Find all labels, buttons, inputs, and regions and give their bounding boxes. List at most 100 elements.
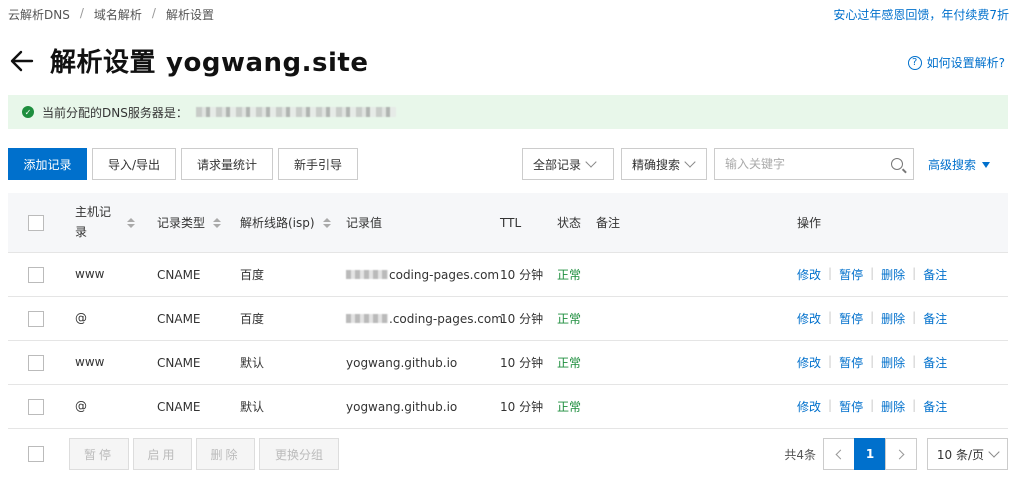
divider: | [828,354,833,368]
delete-link[interactable]: 删除 [881,310,905,327]
column-type[interactable]: 记录类型 [157,193,222,252]
chevron-right-icon [894,449,905,459]
column-value: 记录值 [346,216,383,230]
breadcrumb-item-domain[interactable]: 域名解析 [94,6,142,23]
bulk-enable-button[interactable]: 启用 [133,438,192,470]
redacted-dns-servers [195,107,396,117]
breadcrumb-item-current: 解析设置 [165,8,214,22]
column-ttl: TTL [500,215,522,230]
edit-link[interactable]: 修改 [797,310,821,327]
note-link[interactable]: 备注 [923,354,947,371]
row-checkbox[interactable] [28,266,44,283]
records-table: 主机记录 记录类型 解析线路(isp) 记录值 TTL 状态 备注 操作 www… [8,193,1008,429]
page-1-button[interactable]: 1 [854,438,886,470]
help-link-label: 如何设置解析? [926,56,1005,70]
divider: | [828,266,833,280]
table-row: @ CNAME 默认 yogwang.github.io 10 分钟 正常 修改… [8,385,1008,429]
back-arrow-icon[interactable] [8,47,36,75]
caret-down-icon [982,161,991,168]
cell-value: yogwang.github.io [346,341,457,384]
promo-link[interactable]: 安心过年感恩回馈，年付续费7折 [833,6,1009,23]
divider: | [912,266,917,280]
redacted-value-prefix [346,270,388,279]
bulk-pause-button[interactable]: 暂停 [69,438,129,470]
next-page-button[interactable] [885,438,917,470]
footer-select-all-checkbox[interactable] [28,446,44,462]
notice-text: 当前分配的DNS服务器是： [42,105,188,120]
search-mode-value: 精确搜索 [632,157,681,172]
column-line[interactable]: 解析线路(isp) [240,193,331,252]
import-export-button[interactable]: 导入/导出 [92,148,176,180]
table-header: 主机记录 记录类型 解析线路(isp) 记录值 TTL 状态 备注 操作 [8,193,1008,253]
page-size-value: 10 条/页 [936,447,985,462]
edit-link[interactable]: 修改 [797,266,821,283]
breadcrumb-separator: / [79,6,84,20]
column-line-label: 解析线路(isp) [240,216,315,230]
cell-value-text: yogwang.github.io [346,355,458,370]
row-checkbox[interactable] [28,354,44,371]
page-title: 解析设置 yogwang.site [50,42,368,79]
edit-link[interactable]: 修改 [797,354,821,371]
divider: | [870,354,875,368]
note-link[interactable]: 备注 [923,266,947,283]
pause-link[interactable]: 暂停 [839,354,863,371]
divider: | [912,354,917,368]
pause-link[interactable]: 暂停 [839,310,863,327]
page-header: 解析设置 yogwang.site [8,42,368,79]
chevron-down-icon [585,156,597,168]
record-type-select[interactable]: 全部记录 [522,148,614,180]
delete-link[interactable]: 删除 [881,266,905,283]
column-note: 备注 [596,216,621,230]
page-title-prefix: 解析设置 [50,48,157,78]
search-input[interactable] [725,157,875,171]
breadcrumb: 云解析DNS / 域名解析 / 解析设置 [8,6,214,23]
request-stats-button[interactable]: 请求量统计 [181,148,273,180]
search-icon[interactable] [891,158,903,170]
cell-type: CNAME [157,399,201,414]
sort-icon [322,217,331,228]
filters: 全部记录 精确搜索 [522,148,914,180]
pause-link[interactable]: 暂停 [839,266,863,283]
note-link[interactable]: 备注 [923,398,947,415]
column-host[interactable]: 主机记录 [75,193,145,252]
cell-type: CNAME [157,267,201,282]
search-mode-select[interactable]: 精确搜索 [621,148,707,180]
divider: | [912,398,917,412]
row-checkbox-cell [28,341,44,384]
breadcrumb-separator: / [151,6,156,20]
column-ops: 操作 [797,216,822,230]
column-host-label: 主机记录 [75,205,112,239]
cell-line: 百度 [240,268,265,282]
table-row: www CNAME 百度 coding-pages.com 10 分钟 正常 修… [8,253,1008,297]
delete-link[interactable]: 删除 [881,354,905,371]
cell-type: CNAME [157,355,201,370]
pagination: 共4条 1 10 条/页 [784,438,1008,470]
cell-line: 默认 [240,400,265,414]
table-footer: 暂停 启用 删除 更换分组 共4条 1 10 条/页 [8,437,1008,471]
cell-host: www [75,266,105,281]
cell-ops: 修改 | 暂停 | 删除 | 备注 [797,385,947,428]
edit-link[interactable]: 修改 [797,398,821,415]
select-all-checkbox[interactable] [28,214,44,231]
bulk-delete-button[interactable]: 删除 [196,438,255,470]
divider: | [870,266,875,280]
check-circle-icon: ✓ [22,106,34,118]
cell-ttl: 10 分钟 [500,356,544,370]
column-type-label: 记录类型 [157,216,206,230]
delete-link[interactable]: 删除 [881,398,905,415]
note-link[interactable]: 备注 [923,310,947,327]
row-checkbox[interactable] [28,398,44,415]
add-record-button[interactable]: 添加记录 [8,148,87,180]
beginner-guide-button[interactable]: 新手引导 [278,148,358,180]
help-link[interactable]: ? 如何设置解析? [907,54,1005,71]
row-checkbox[interactable] [28,310,44,327]
advanced-search-label: 高级搜索 [928,158,977,172]
change-group-button[interactable]: 更换分组 [259,438,339,470]
cell-ttl: 10 分钟 [500,400,544,414]
pause-link[interactable]: 暂停 [839,398,863,415]
page-size-select[interactable]: 10 条/页 [927,438,1008,470]
breadcrumb-item-dns[interactable]: 云解析DNS [8,6,70,23]
prev-page-button[interactable] [823,438,855,470]
advanced-search-toggle[interactable]: 高级搜索 [928,156,991,173]
divider: | [870,310,875,324]
